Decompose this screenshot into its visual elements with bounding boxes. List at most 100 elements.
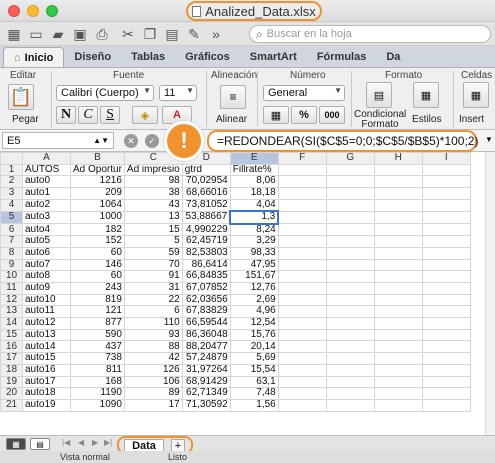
- row-header[interactable]: 11: [0, 282, 23, 295]
- row-header[interactable]: 15: [0, 328, 23, 342]
- cell[interactable]: [421, 163, 471, 177]
- cell[interactable]: [325, 210, 375, 225]
- cell[interactable]: [277, 175, 327, 189]
- cell[interactable]: 91: [123, 270, 183, 283]
- cell[interactable]: 437: [70, 340, 125, 354]
- row-header[interactable]: 12: [0, 293, 23, 307]
- cell[interactable]: [325, 305, 375, 319]
- percent-button[interactable]: %: [291, 106, 317, 124]
- conditional-format-button[interactable]: ▤: [366, 82, 392, 108]
- cell[interactable]: [373, 363, 423, 377]
- column-header[interactable]: E: [229, 152, 279, 165]
- cell[interactable]: [325, 398, 375, 412]
- cell[interactable]: 59: [123, 246, 183, 260]
- cell[interactable]: auto13: [22, 328, 71, 342]
- tab-graficos[interactable]: Gráficos: [175, 47, 240, 67]
- cell[interactable]: [421, 235, 471, 248]
- cell[interactable]: 12,76: [229, 282, 279, 295]
- cell[interactable]: 22: [123, 293, 183, 307]
- cell[interactable]: auto4: [22, 223, 71, 237]
- cell[interactable]: 110: [123, 317, 183, 330]
- cell[interactable]: 53,88667: [181, 210, 231, 225]
- more-icon[interactable]: »: [207, 25, 225, 43]
- cell[interactable]: 98,33: [229, 246, 279, 260]
- row-header[interactable]: 7: [0, 235, 23, 248]
- font-name-select[interactable]: Calibri (Cuerpo) ▼: [56, 85, 154, 101]
- cell[interactable]: [373, 198, 423, 212]
- cell[interactable]: 63,1: [229, 375, 279, 389]
- cell[interactable]: 4,04: [229, 198, 279, 212]
- column-header[interactable]: H: [373, 152, 423, 165]
- row-header[interactable]: 10: [0, 270, 23, 283]
- cell[interactable]: [277, 305, 327, 319]
- cell[interactable]: [277, 258, 327, 272]
- cell[interactable]: [373, 328, 423, 342]
- cell[interactable]: [373, 246, 423, 260]
- cell[interactable]: auto18: [22, 387, 71, 400]
- cell[interactable]: 1064: [70, 198, 125, 212]
- cell[interactable]: [421, 387, 471, 400]
- cell[interactable]: 168: [70, 375, 125, 389]
- cell[interactable]: [325, 328, 375, 342]
- cell[interactable]: 47,95: [229, 258, 279, 272]
- cell[interactable]: [325, 163, 375, 177]
- cell[interactable]: 82,53803: [181, 246, 231, 260]
- cell[interactable]: [373, 352, 423, 365]
- cell[interactable]: [373, 340, 423, 354]
- cell[interactable]: [277, 387, 327, 400]
- row-header[interactable]: 20: [0, 387, 23, 400]
- row-header[interactable]: 3: [0, 187, 23, 200]
- cell[interactable]: 66,84835: [181, 270, 231, 283]
- confirm-icon[interactable]: ✓: [145, 134, 159, 148]
- cell[interactable]: auto19: [22, 398, 71, 412]
- cell[interactable]: 1216: [70, 175, 125, 189]
- cell[interactable]: auto11: [22, 305, 71, 319]
- cell[interactable]: 182: [70, 223, 125, 237]
- column-header[interactable]: G: [325, 152, 375, 165]
- cell[interactable]: [373, 387, 423, 400]
- cell[interactable]: 4,990229: [181, 223, 231, 237]
- fill-color-button[interactable]: ◈: [132, 106, 158, 124]
- cell[interactable]: 146: [70, 258, 125, 272]
- open-folder-icon[interactable]: ▰: [49, 25, 67, 43]
- new-document-icon[interactable]: ▭: [27, 25, 45, 43]
- select-all-corner[interactable]: [0, 152, 23, 165]
- cell[interactable]: [421, 317, 471, 330]
- cell[interactable]: 17: [123, 398, 183, 412]
- cell[interactable]: [277, 293, 327, 307]
- cell[interactable]: 31: [123, 282, 183, 295]
- cell[interactable]: 57,24879: [181, 352, 231, 365]
- cell[interactable]: [421, 187, 471, 200]
- cell[interactable]: auto8: [22, 270, 71, 283]
- cell[interactable]: 5,69: [229, 352, 279, 365]
- cell[interactable]: Ad Oportur: [70, 163, 125, 177]
- cell[interactable]: [373, 270, 423, 283]
- cell[interactable]: [277, 352, 327, 365]
- cell[interactable]: 590: [70, 328, 125, 342]
- paste-icon[interactable]: ▤: [163, 25, 181, 43]
- cell[interactable]: [325, 235, 375, 248]
- prev-sheet-icon[interactable]: ◀: [78, 438, 84, 447]
- cell[interactable]: [421, 175, 471, 189]
- cell[interactable]: 2,69: [229, 293, 279, 307]
- cell[interactable]: gtrd: [181, 163, 231, 177]
- cell[interactable]: 1190: [70, 387, 125, 400]
- cell[interactable]: 1090: [70, 398, 125, 412]
- cell[interactable]: [421, 328, 471, 342]
- cell[interactable]: 62,03656: [181, 293, 231, 307]
- cell[interactable]: 67,07852: [181, 282, 231, 295]
- cell[interactable]: 68,66016: [181, 187, 231, 200]
- cell[interactable]: [325, 198, 375, 212]
- cell[interactable]: 70,02954: [181, 175, 231, 189]
- tab-formulas[interactable]: Fórmulas: [307, 47, 377, 67]
- cell[interactable]: [421, 363, 471, 377]
- next-sheet-icon[interactable]: ▶: [92, 438, 98, 447]
- cell[interactable]: [325, 352, 375, 365]
- cell[interactable]: [421, 198, 471, 212]
- underline-button[interactable]: S: [100, 106, 120, 124]
- cell[interactable]: 126: [123, 363, 183, 377]
- row-header[interactable]: 21: [0, 398, 23, 412]
- column-header[interactable]: I: [421, 152, 471, 165]
- cell[interactable]: [277, 223, 327, 237]
- print-icon[interactable]: ⎙: [93, 25, 111, 43]
